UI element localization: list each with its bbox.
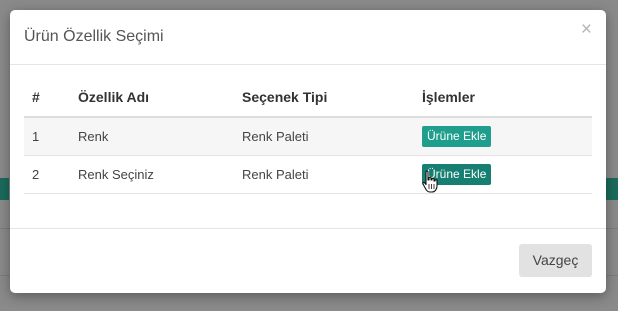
header-actions: İşlemler — [422, 89, 475, 105]
modal-header: Ürün Özellik Seçimi × — [10, 10, 606, 65]
cancel-button[interactable]: Vazgeç — [519, 244, 592, 277]
modal-footer: Vazgeç — [10, 228, 606, 294]
header-number: # — [32, 89, 40, 105]
table-row: 1 Renk Renk Paleti Ürüne Ekle — [24, 118, 592, 156]
product-attribute-modal: Ürün Özellik Seçimi × # Özellik Adı Seçe… — [10, 10, 606, 293]
table-header-row: # Özellik Adı Seçenek Tipi İşlemler — [24, 76, 592, 118]
header-option-type: Seçenek Tipi — [242, 89, 328, 105]
row-option-type: Renk Paleti — [242, 129, 309, 144]
attribute-table: # Özellik Adı Seçenek Tipi İşlemler 1 Re… — [24, 76, 592, 194]
row-number: 2 — [32, 167, 40, 182]
row-attribute-name: Renk Seçiniz — [78, 167, 154, 182]
add-to-product-button[interactable]: Ürüne Ekle — [422, 126, 492, 147]
close-icon[interactable]: × — [581, 20, 592, 40]
row-number: 1 — [32, 129, 40, 144]
hand-pointer-icon — [422, 170, 438, 193]
modal-title: Ürün Özellik Seçimi — [24, 28, 164, 45]
background-badge-right — [606, 178, 618, 200]
header-attribute-name: Özellik Adı — [78, 89, 150, 105]
table-row: 2 Renk Seçiniz Renk Paleti Ürüne Ekle — [24, 156, 592, 194]
row-option-type: Renk Paleti — [242, 167, 309, 182]
row-attribute-name: Renk — [78, 129, 109, 144]
background-badge-left — [0, 178, 9, 200]
